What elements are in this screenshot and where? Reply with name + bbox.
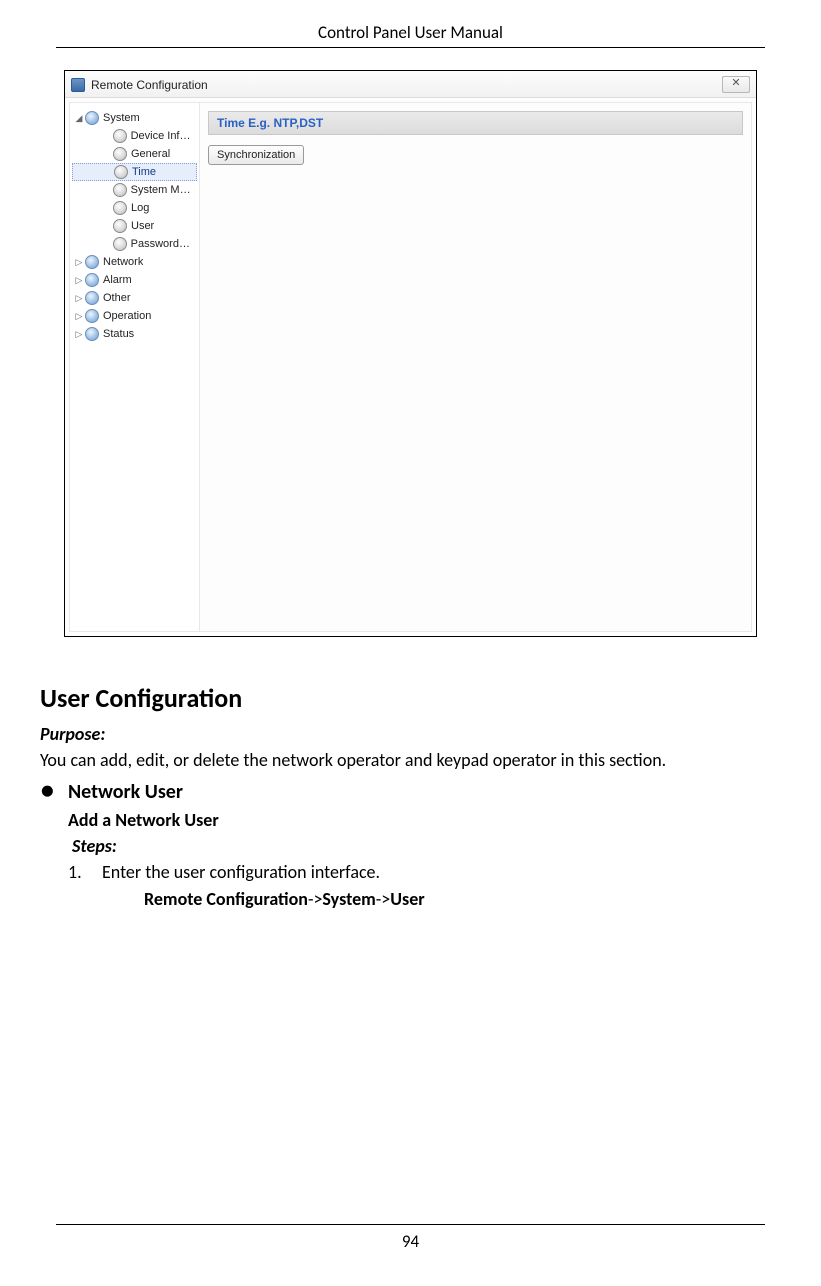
tree-item-label: General [131,148,170,160]
tree-item-label: Status [103,328,134,340]
tree-item[interactable]: PasswordM... [72,235,197,253]
tree-caret-icon: ▷ [74,329,84,340]
tree-item-label: System Mai... [131,184,195,196]
section-banner: Time E.g. NTP,DST [208,111,743,135]
window-title: Remote Configuration [91,78,208,92]
tree-item-label: Other [103,292,131,304]
tree-caret-icon: ▷ [74,257,84,268]
gear-icon [113,219,127,233]
gear-icon [113,129,127,143]
bullet-network-user: ● Network User [40,779,781,806]
tree-item-label: Device Infor... [131,130,195,142]
tree-item[interactable]: ▷ Alarm [72,271,197,289]
app-window: Remote Configuration ✕ ◢ System Device Inf… [65,71,756,632]
tree-item-label: PasswordM... [131,238,195,250]
page-header: Control Panel User Manual [56,0,765,48]
nav-path: Remote Configuration->System->User [144,887,781,911]
tree-item[interactable]: System Mai... [72,181,197,199]
step-1: 1. Enter the user configuration interfac… [68,860,781,884]
gear-icon [113,183,127,197]
purpose-label: Purpose: [40,722,781,746]
bullet-icon: ● [40,781,68,801]
nav-tree: ◢ System Device Infor... General Time System … [72,109,197,343]
step-number: 1. [68,860,102,884]
globe-icon [85,255,99,269]
tree-item-label: Time [132,166,156,178]
tree-item-label: System [103,112,140,124]
path-user: User [390,888,424,910]
app-icon [71,78,85,92]
path-system: System [322,888,375,910]
tree-item[interactable]: ◢ System [72,109,197,127]
purpose-text: You can add, edit, or delete the network… [40,748,781,772]
gear-icon [114,165,128,179]
heading-add-network-user: Add a Network User [68,808,781,832]
gear-icon [113,201,127,215]
tree-caret-icon: ◢ [74,113,84,124]
tree-item[interactable]: Log [72,199,197,217]
step-text: Enter the user configuration interface. [102,860,380,884]
gear-icon [113,147,127,161]
tree-item-label: Alarm [103,274,132,286]
tree-item-label: Network [103,256,143,268]
heading-user-configuration: User Configuration [40,681,781,716]
tree-caret-icon: ▷ [74,275,84,286]
screenshot-figure: Remote Configuration ✕ ◢ System Device Inf… [64,70,757,637]
globe-icon [85,273,99,287]
tree-item[interactable]: General [72,145,197,163]
tree-item[interactable]: ▷ Operation [72,307,197,325]
globe-icon [85,309,99,323]
gear-icon [113,237,127,251]
globe-icon [85,111,99,125]
tree-item-label: Operation [103,310,151,322]
path-sep-2: -> [376,888,390,910]
tree-caret-icon: ▷ [74,311,84,322]
window-titlebar: Remote Configuration ✕ [65,71,756,98]
tree-item[interactable]: ▷ Other [72,289,197,307]
nav-tree-pane: ◢ System Device Infor... General Time System … [70,103,200,631]
steps-label: Steps: [72,834,781,858]
globe-icon [85,291,99,305]
tree-item[interactable]: Device Infor... [72,127,197,145]
synchronization-button[interactable]: Synchronization [208,145,304,165]
tree-item[interactable]: ▷ Network [72,253,197,271]
heading-network-user: Network User [68,779,183,806]
globe-icon [85,327,99,341]
path-remote-configuration: Remote Configuration [144,888,308,910]
page-number: 94 [56,1224,765,1252]
close-button[interactable]: ✕ [722,76,750,93]
document-body: User Configuration Purpose: You can add,… [40,681,781,911]
titlebar-left: Remote Configuration [71,78,208,92]
app-body: ◢ System Device Infor... General Time System … [69,102,752,632]
content-pane: Time E.g. NTP,DST Synchronization [200,103,751,631]
tree-item[interactable]: User [72,217,197,235]
tree-caret-icon: ▷ [74,293,84,304]
path-sep-1: -> [308,888,322,910]
tree-item-label: Log [131,202,149,214]
tree-item[interactable]: Time [72,163,197,181]
tree-item-label: User [131,220,154,232]
tree-item[interactable]: ▷ Status [72,325,197,343]
